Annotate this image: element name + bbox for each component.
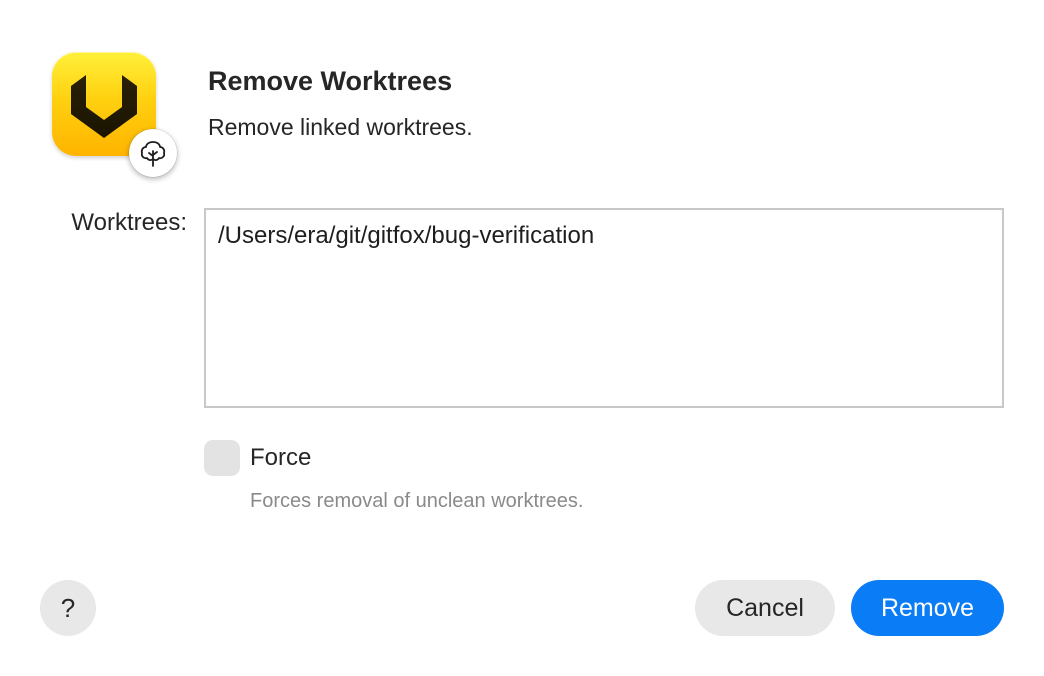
worktrees-textarea[interactable]: /Users/era/git/gitfox/bug-verification: [204, 208, 1004, 408]
dialog-subtitle: Remove linked worktrees.: [208, 114, 473, 140]
remove-worktrees-dialog: Remove Worktrees Remove linked worktrees…: [0, 0, 1044, 676]
force-label[interactable]: Force: [250, 444, 311, 472]
force-help-text: Forces removal of unclean worktrees.: [250, 490, 584, 512]
remove-button[interactable]: Remove: [851, 580, 1004, 636]
worktrees-label: Worktrees:: [71, 209, 187, 236]
force-checkbox[interactable]: [204, 440, 240, 476]
dialog-title: Remove Worktrees: [208, 66, 453, 96]
worktrees-value: /Users/era/git/gitfox/bug-verification: [218, 222, 595, 249]
cancel-button[interactable]: Cancel: [695, 580, 835, 636]
tree-icon: [129, 129, 177, 177]
help-button[interactable]: ?: [40, 580, 96, 636]
